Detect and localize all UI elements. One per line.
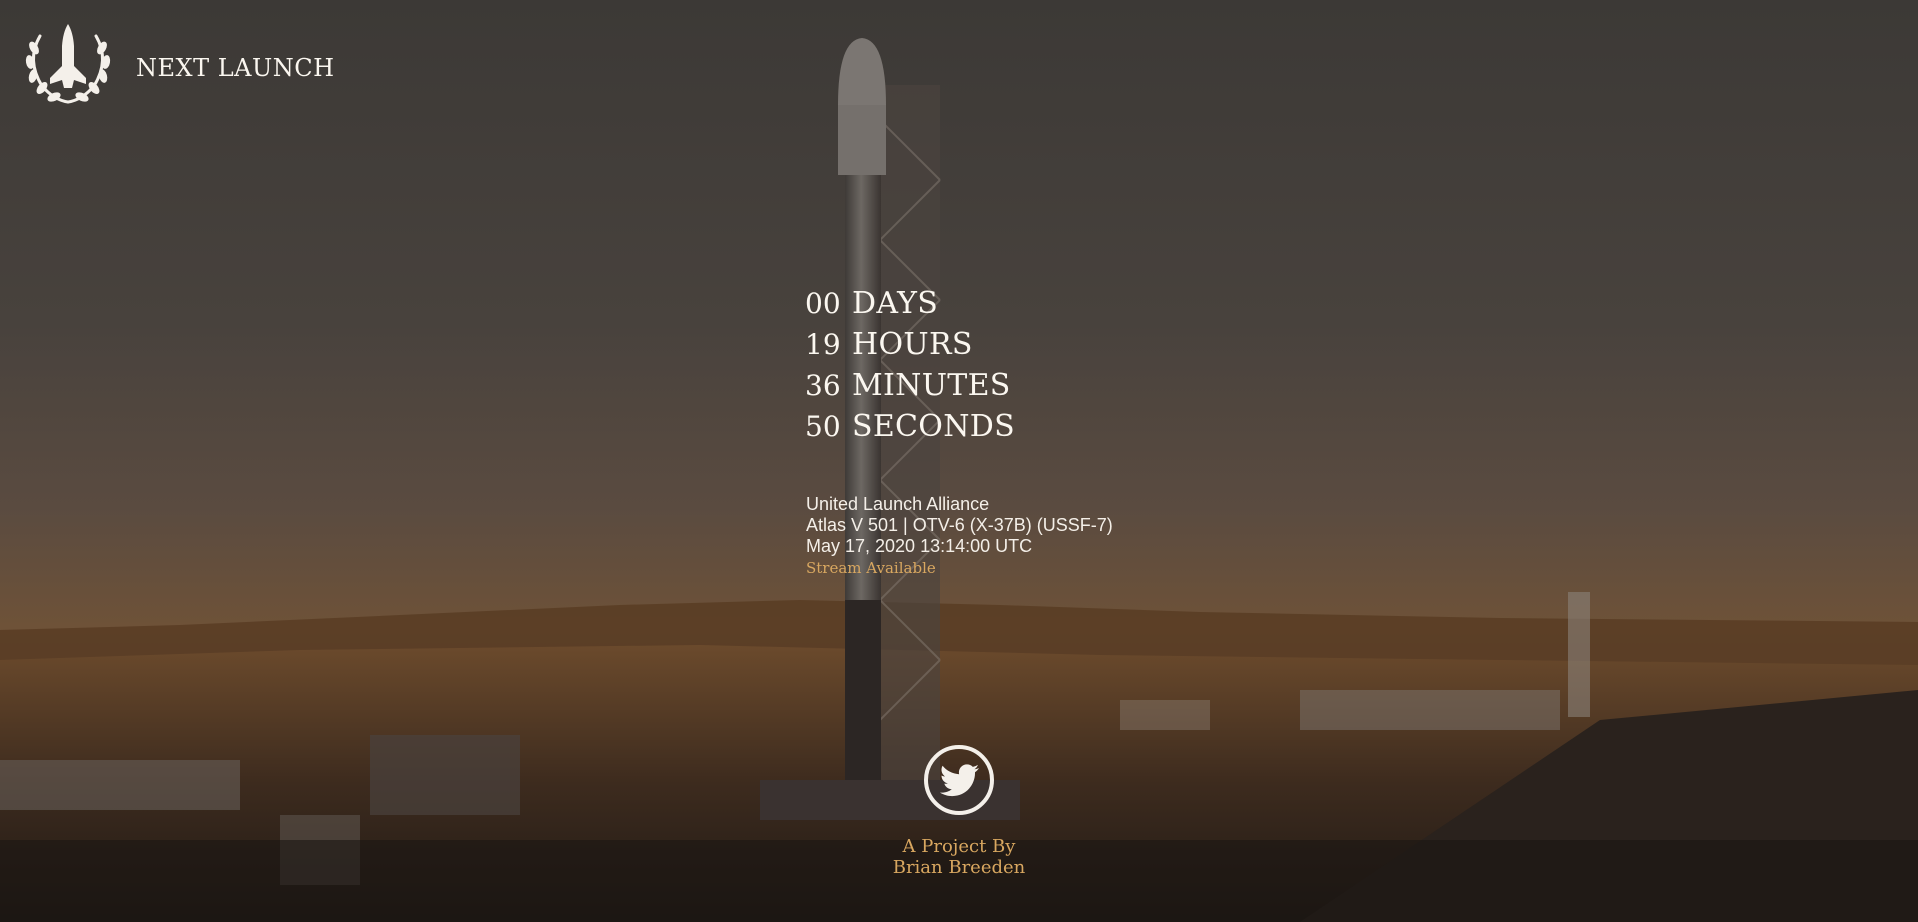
site-title[interactable]: NEXT LAUNCH	[136, 54, 335, 82]
hours-label: HOURS	[852, 327, 973, 362]
header: NEXT LAUNCH	[20, 20, 335, 106]
credit-line: A Project By	[902, 836, 1016, 857]
countdown-row-seconds: 50 SECONDS	[805, 409, 1015, 450]
countdown-row-hours: 19 HOURS	[805, 327, 1015, 368]
launch-datetime: May 17, 2020 13:14:00 UTC	[806, 536, 1033, 556]
seconds-value: 50	[805, 410, 841, 443]
author-link[interactable]: Brian Breeden	[859, 857, 1059, 878]
days-value: 00	[805, 287, 841, 320]
launch-info: United Launch Alliance Atlas V 501 | OTV…	[806, 494, 1113, 579]
hours-value: 19	[805, 328, 841, 361]
credits: A Project By Brian Breeden	[859, 836, 1059, 878]
minutes-label: MINUTES	[852, 368, 1011, 403]
days-label: DAYS	[852, 286, 939, 321]
stream-link[interactable]: Stream Available	[806, 558, 1113, 579]
seconds-label: SECONDS	[852, 409, 1015, 444]
shuttle-laurel-icon[interactable]	[20, 20, 116, 106]
launch-provider: United Launch Alliance	[806, 494, 990, 514]
countdown-row-minutes: 36 MINUTES	[805, 368, 1015, 409]
countdown: 00 DAYS 19 HOURS 36 MINUTES 50 SECONDS	[805, 286, 1015, 450]
countdown-row-days: 00 DAYS	[805, 286, 1015, 327]
minutes-value: 36	[805, 369, 841, 402]
twitter-icon[interactable]	[922, 743, 996, 817]
launch-mission: Atlas V 501 | OTV-6 (X-37B) (USSF-7)	[806, 515, 1113, 535]
